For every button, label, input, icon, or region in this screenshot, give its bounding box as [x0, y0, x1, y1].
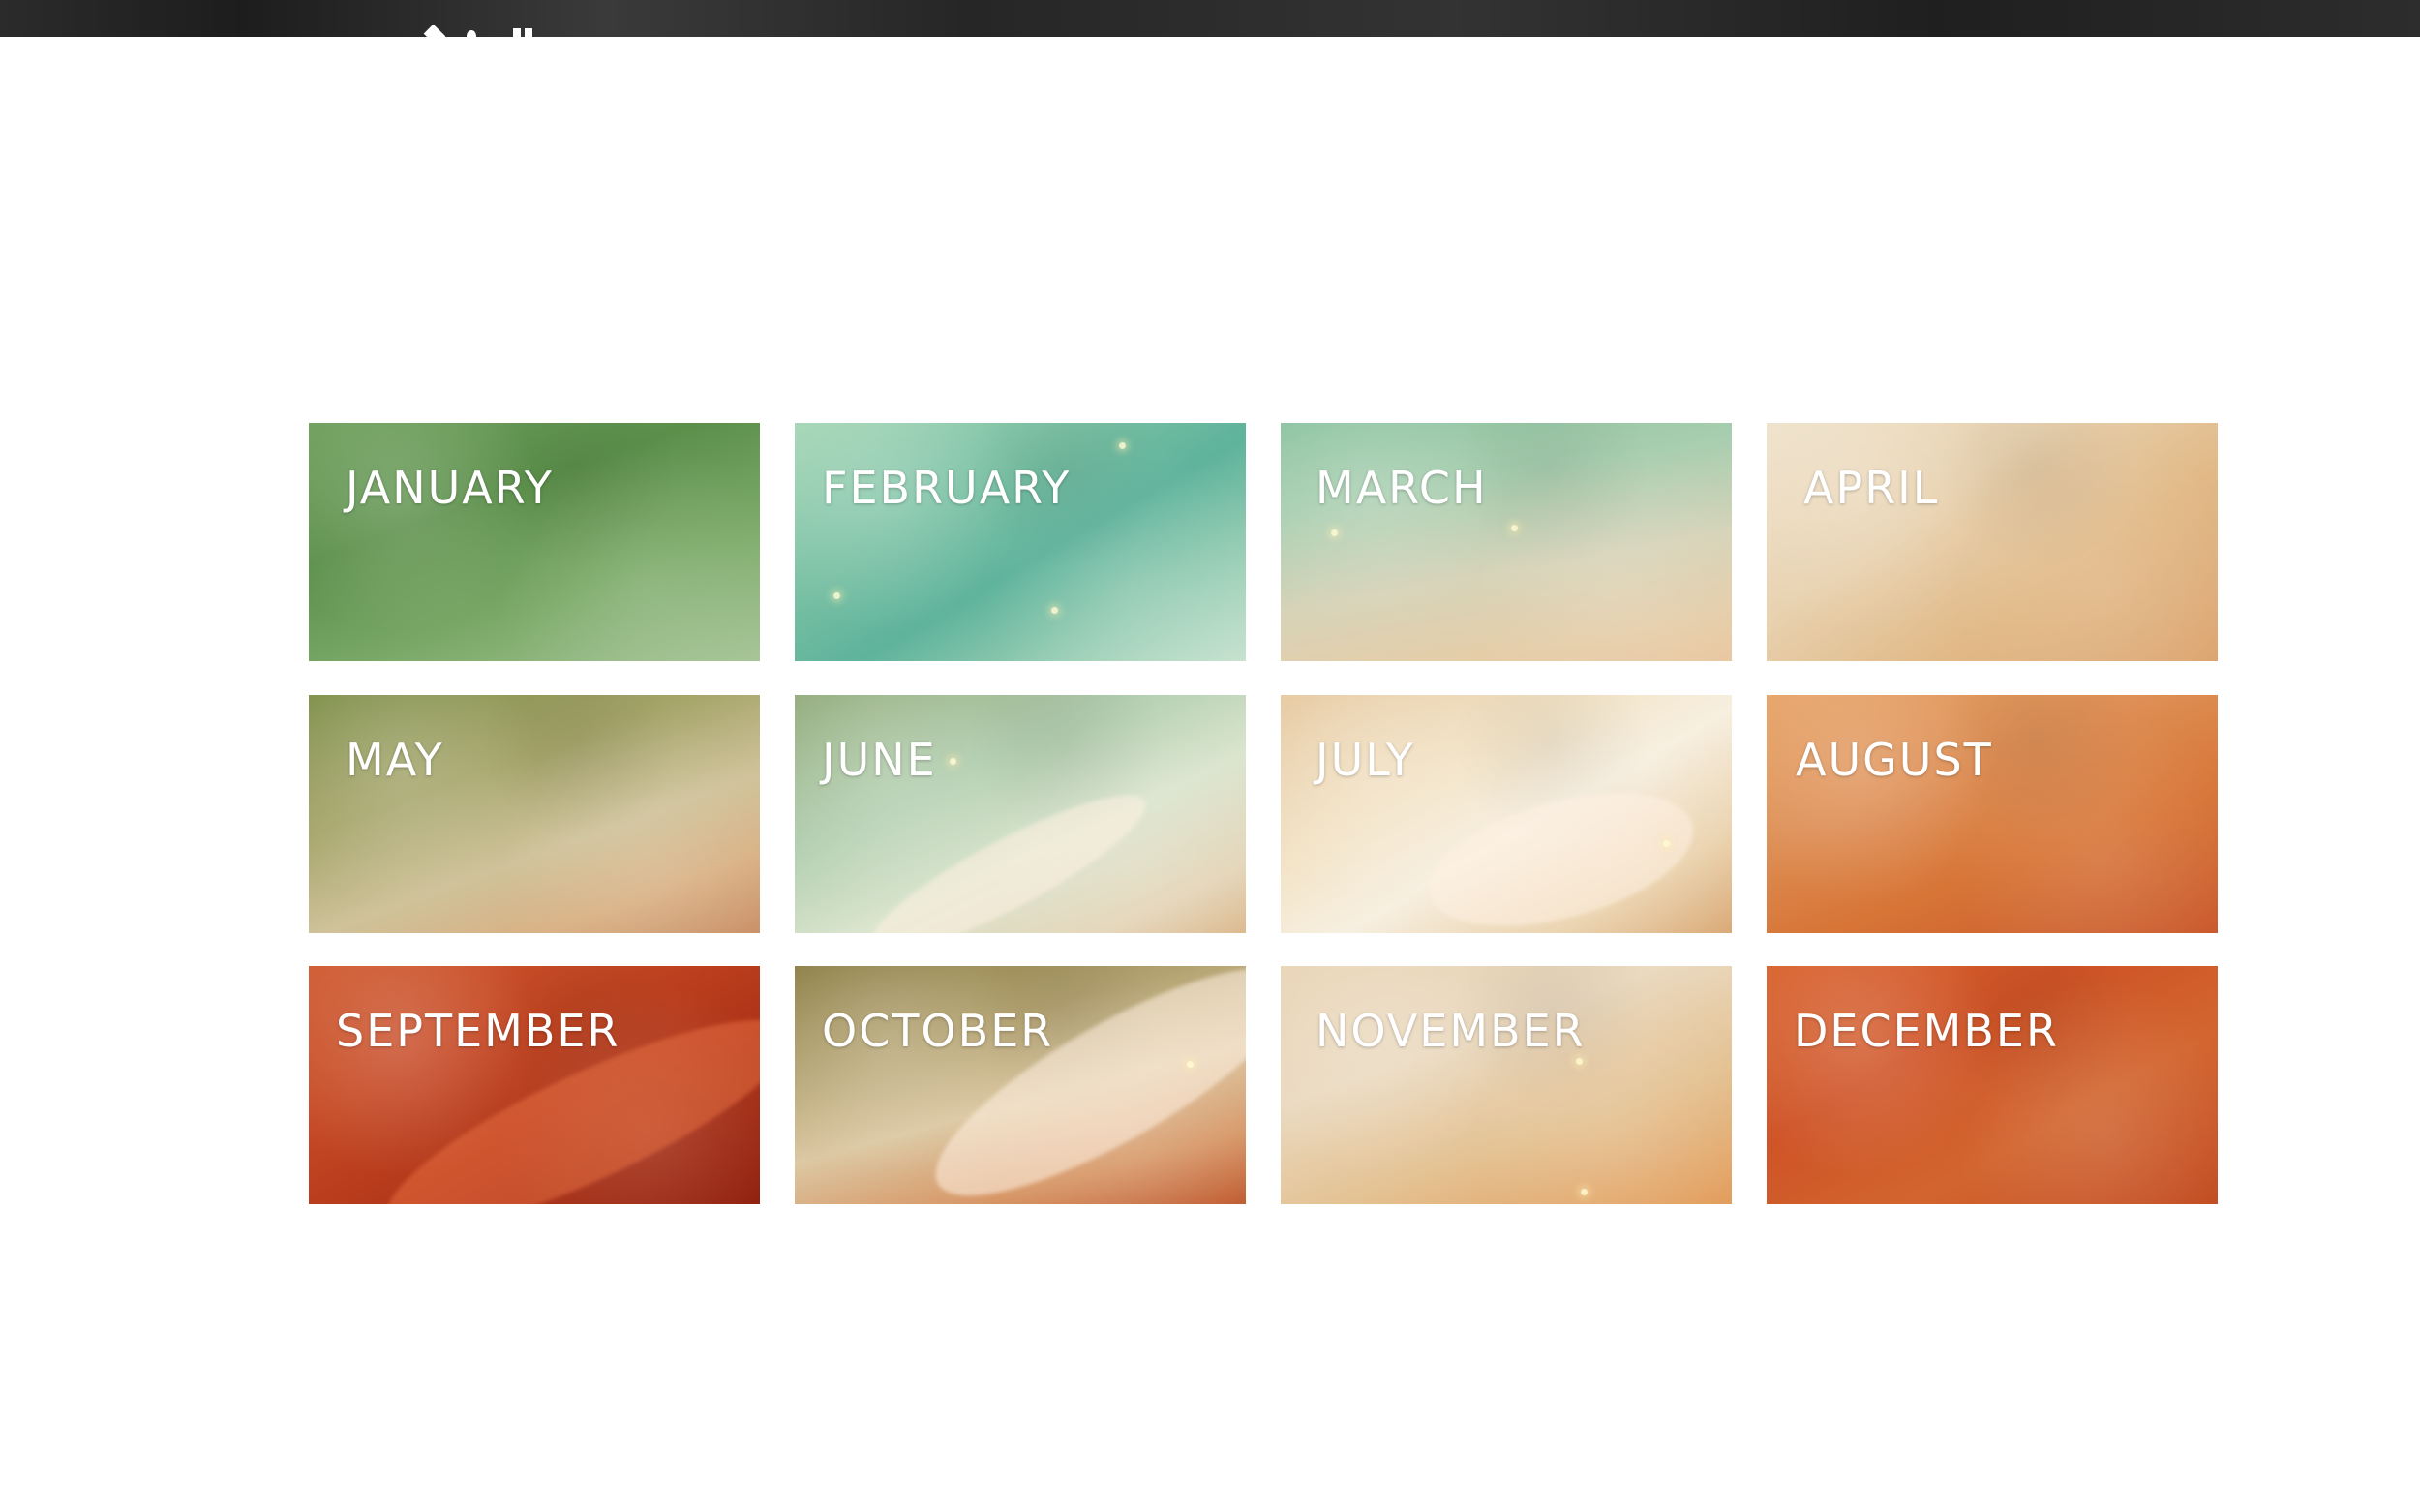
sparkle-decoration [1663, 840, 1670, 847]
month-label: JUNE [822, 734, 937, 786]
month-tile-october[interactable]: OCTOBER [795, 966, 1246, 1204]
month-tile-may[interactable]: MAY [309, 695, 760, 933]
tile-texture [309, 695, 760, 933]
month-label: JULY [1316, 734, 1415, 786]
sparkle-decoration [833, 592, 840, 599]
month-label: APRIL [1803, 462, 1940, 514]
month-tile-november[interactable]: NOVEMBER [1281, 966, 1732, 1204]
tile-texture [795, 423, 1246, 661]
month-label: SEPTEMBER [336, 1005, 620, 1057]
tile-texture [1767, 695, 2218, 933]
sparkle-decoration [1581, 1189, 1588, 1195]
month-label: AUGUST [1796, 734, 1993, 786]
month-label: OCTOBER [822, 1005, 1054, 1057]
month-label: DECEMBER [1794, 1005, 2059, 1057]
tile-texture [1767, 423, 2218, 661]
month-label: JANUARY [346, 462, 554, 514]
month-label: MARCH [1316, 462, 1488, 514]
tile-texture [1281, 423, 1732, 661]
sparkle-decoration [1511, 525, 1518, 531]
sparkle-decoration [1187, 1061, 1194, 1068]
month-tile-december[interactable]: DECEMBER [1767, 966, 2218, 1204]
month-label: FEBRUARY [822, 462, 1072, 514]
sparkle-decoration [1119, 442, 1126, 449]
month-label: NOVEMBER [1316, 1005, 1586, 1057]
month-tile-april[interactable]: APRIL [1767, 423, 2218, 661]
month-tile-june[interactable]: JUNE [795, 695, 1246, 933]
month-label: MAY [346, 734, 444, 786]
month-tile-september[interactable]: SEPTEMBER [309, 966, 760, 1204]
month-tile-march[interactable]: MARCH [1281, 423, 1732, 661]
sparkle-decoration [1051, 607, 1058, 614]
month-tile-january[interactable]: JANUARY [309, 423, 760, 661]
tile-texture [1281, 966, 1732, 1204]
month-tile-february[interactable]: FEBRUARY [795, 423, 1246, 661]
sparkle-decoration [950, 758, 956, 765]
sparkle-decoration [1576, 1058, 1583, 1065]
tile-texture [309, 423, 760, 661]
tile-texture [1767, 966, 2218, 1204]
month-tile-july[interactable]: JULY [1281, 695, 1732, 933]
month-grid: JANUARY FEBRUARY MARCH APRIL MAY JUNE JU… [0, 0, 2420, 1512]
sparkle-decoration [1331, 529, 1338, 536]
month-tile-august[interactable]: AUGUST [1767, 695, 2218, 933]
